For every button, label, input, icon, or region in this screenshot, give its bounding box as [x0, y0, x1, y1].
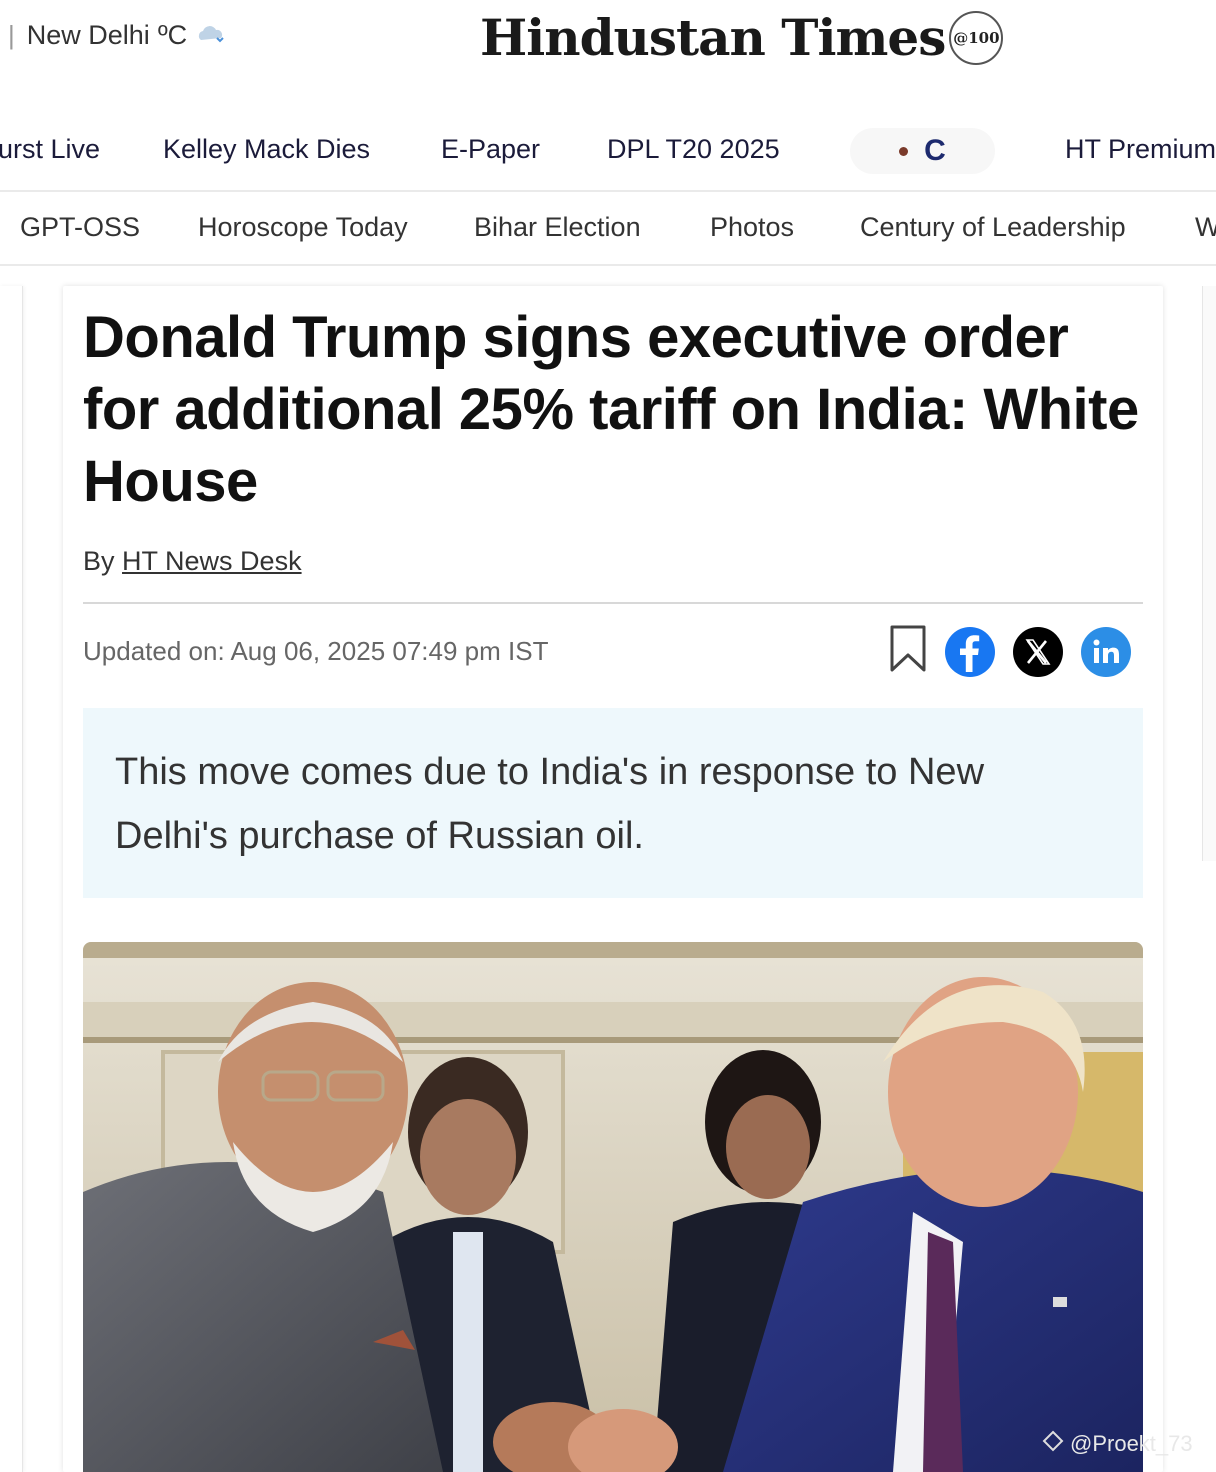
- author-link[interactable]: HT News Desk: [122, 546, 302, 576]
- article-headline: Donald Trump signs executive order for a…: [83, 305, 1139, 514]
- weather-widget[interactable]: | New Delhi ºC: [8, 20, 227, 51]
- article-summary: This move comes due to India's in respon…: [83, 708, 1143, 898]
- nav-pill[interactable]: C: [850, 128, 995, 174]
- primary-nav: urst Live Kelley Mack Dies E-Paper DPL T…: [0, 120, 1216, 192]
- article-card: Donald Trump signs executive order for a…: [63, 286, 1163, 1472]
- byline-prefix: By: [83, 546, 115, 576]
- divider: [83, 602, 1143, 604]
- nav-item-horoscope[interactable]: Horoscope Today: [198, 212, 408, 243]
- updated-timestamp: Updated on: Aug 06, 2025 07:49 pm IST: [83, 636, 549, 666]
- nav-item-w[interactable]: W: [1195, 212, 1216, 243]
- logo-badge: @100: [949, 10, 1004, 65]
- summary-text: This move comes due to India's in respon…: [115, 751, 985, 857]
- nav-item-ht-premium[interactable]: HT Premium: [1065, 134, 1216, 165]
- watermark: @Proekt_73: [1042, 1430, 1193, 1458]
- watermark-text: @Proekt_73: [1070, 1431, 1193, 1456]
- logo-text: Hindustan Times: [480, 8, 946, 67]
- nav-item-photos[interactable]: Photos: [710, 212, 794, 243]
- nav-item-epaper[interactable]: E-Paper: [441, 134, 540, 165]
- article-photo[interactable]: [83, 942, 1143, 1472]
- secondary-nav: GPT-OSS Horoscope Today Bihar Election P…: [0, 192, 1216, 266]
- diamond-icon: [1042, 1430, 1064, 1458]
- nav-item-gpt-oss[interactable]: GPT-OSS: [20, 212, 140, 243]
- site-logo[interactable]: Hindustan Times @100: [480, 8, 1004, 67]
- top-header: | New Delhi ºC Hindustan Times @100: [0, 0, 1216, 90]
- left-rail: [0, 286, 23, 1472]
- right-rail: [1202, 286, 1216, 861]
- x-icon[interactable]: [1013, 626, 1063, 677]
- nav-item-dpl-t20[interactable]: DPL T20 2025: [607, 134, 780, 165]
- bookmark-icon[interactable]: [889, 624, 927, 679]
- cloud-icon: [195, 20, 227, 51]
- nav-item-kelley-mack[interactable]: Kelley Mack Dies: [163, 134, 370, 165]
- weather-unit: ºC: [157, 20, 188, 50]
- live-dot-icon: [899, 146, 909, 156]
- divider: |: [8, 20, 15, 50]
- nav-item-century[interactable]: Century of Leadership: [860, 212, 1126, 243]
- linkedin-icon[interactable]: [1081, 626, 1131, 677]
- facebook-icon[interactable]: [945, 626, 995, 677]
- pill-label: C: [924, 134, 946, 167]
- byline: By HT News Desk: [83, 546, 302, 577]
- weather-city: New Delhi: [26, 20, 150, 50]
- nav-item-bihar-election[interactable]: Bihar Election: [474, 212, 641, 243]
- share-bar: [889, 624, 1131, 679]
- nav-item-live[interactable]: urst Live: [0, 134, 100, 165]
